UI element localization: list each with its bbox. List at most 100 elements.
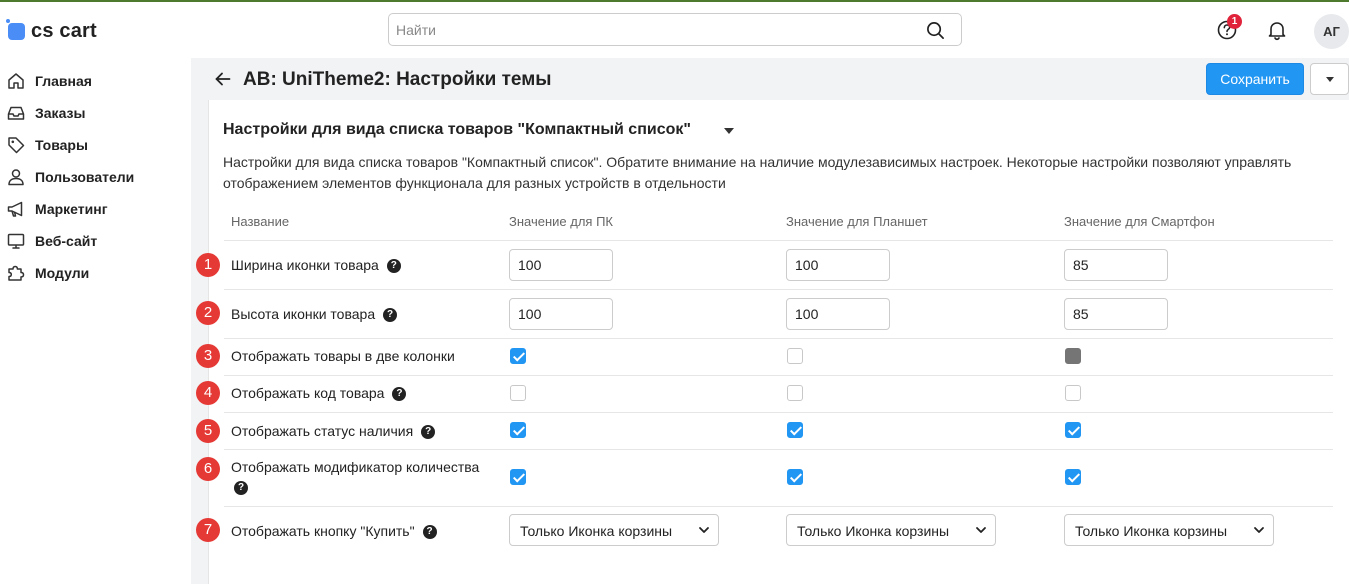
row-label: Ширина иконки товара?: [231, 257, 401, 274]
logo-mark: [6, 19, 25, 40]
caret-down-icon: [1326, 77, 1334, 82]
divider: [224, 338, 1333, 339]
help-icon[interactable]: ?: [386, 259, 401, 274]
puzzle-icon: [8, 265, 25, 281]
product-code-smartphone-checkbox[interactable]: [1065, 385, 1081, 401]
qty-modifier-pc-checkbox[interactable]: [510, 469, 526, 485]
row-number-badge: 5: [196, 419, 220, 443]
qty-modifier-smartphone-checkbox[interactable]: [1065, 469, 1081, 485]
search-icon[interactable]: [926, 21, 945, 40]
more-actions-button[interactable]: [1310, 63, 1349, 95]
stock-status-smartphone-checkbox[interactable]: [1065, 422, 1081, 438]
divider: [224, 506, 1333, 507]
sidebar-item-home[interactable]: Главная: [6, 67, 92, 95]
row-number-badge: 7: [196, 518, 220, 542]
avatar[interactable]: АГ: [1314, 14, 1349, 49]
row-label: Отображать товары в две колонки: [231, 348, 455, 364]
chevron-down-icon: [699, 527, 709, 533]
sidebar-item-label: Пользователи: [35, 169, 135, 185]
row-label: Отображать кнопку "Купить"?: [231, 523, 437, 540]
sidebar-item-label: Маркетинг: [35, 201, 108, 217]
product-code-pc-checkbox[interactable]: [510, 385, 526, 401]
sidebar-item-orders[interactable]: Заказы: [6, 99, 85, 127]
column-header-name: Название: [231, 214, 290, 229]
row-label: Высота иконки товара?: [231, 306, 398, 323]
icon-height-smartphone-input[interactable]: [1064, 298, 1168, 330]
help-icon[interactable]: ?: [234, 481, 248, 495]
select-value: Только Иконка корзины: [520, 523, 673, 539]
top-bar: cs cart 1 АГ: [0, 2, 1349, 58]
row-label-text: Отображать статус наличия: [231, 423, 414, 439]
qty-modifier-tablet-checkbox[interactable]: [787, 469, 803, 485]
caret-down-icon[interactable]: [724, 128, 734, 134]
icon-height-tablet-input[interactable]: [786, 298, 890, 330]
bell-icon[interactable]: [1266, 19, 1288, 41]
help-icon[interactable]: ?: [392, 387, 407, 402]
select-value: Только Иконка корзины: [797, 523, 950, 539]
row-number-badge: 1: [196, 253, 220, 277]
sidebar-item-label: Модули: [35, 265, 90, 281]
icon-width-smartphone-input[interactable]: [1064, 249, 1168, 281]
two-columns-smartphone-checkbox: [1065, 348, 1081, 364]
section-title[interactable]: Настройки для вида списка товаров "Компа…: [223, 121, 691, 139]
sidebar: Главная Заказы Товары Пользователи Марке…: [0, 58, 191, 584]
divider: [224, 412, 1333, 413]
help-icon[interactable]: ?: [383, 308, 398, 323]
row-label-text: Ширина иконки товара: [231, 257, 379, 273]
sidebar-item-website[interactable]: Веб-сайт: [6, 227, 97, 255]
megaphone-icon: [7, 201, 23, 217]
icon-width-tablet-input[interactable]: [786, 249, 890, 281]
column-header-tablet: Значение для Планшет: [786, 214, 928, 229]
sidebar-item-label: Веб-сайт: [35, 233, 98, 249]
divider: [224, 449, 1333, 450]
sidebar-item-label: Заказы: [35, 105, 86, 121]
sidebar-item-users[interactable]: Пользователи: [6, 163, 134, 191]
divider: [224, 240, 1333, 241]
row-label: Отображать код товара?: [231, 385, 407, 402]
select-value: Только Иконка корзины: [1075, 523, 1228, 539]
help-icon[interactable]: ?: [421, 425, 436, 440]
column-header-smartphone: Значение для Смартфон: [1064, 214, 1215, 229]
help-icon[interactable]: ?: [422, 525, 437, 540]
stock-status-tablet-checkbox[interactable]: [787, 422, 803, 438]
page-title: AB: UniTheme2: Настройки темы: [243, 69, 552, 90]
row-label-text: Отображать кнопку "Купить": [231, 523, 415, 539]
user-icon: [8, 169, 24, 186]
sidebar-item-label: Главная: [35, 73, 92, 89]
buy-button-pc-select[interactable]: Только Иконка корзины: [509, 514, 719, 546]
icon-width-pc-input[interactable]: [509, 249, 613, 281]
sidebar-item-products[interactable]: Товары: [6, 131, 88, 159]
column-header-pc: Значение для ПК: [509, 214, 613, 229]
buy-button-tablet-select[interactable]: Только Иконка корзины: [786, 514, 996, 546]
save-button[interactable]: Сохранить: [1206, 63, 1304, 95]
row-label-text: Высота иконки товара: [231, 306, 376, 322]
chevron-down-icon: [1254, 527, 1264, 533]
logo-text: cs cart: [31, 20, 97, 42]
notification-badge: 1: [1227, 14, 1242, 29]
two-columns-pc-checkbox[interactable]: [510, 348, 526, 364]
row-label-text: Отображать товары в две колонки: [231, 348, 455, 364]
sidebar-item-marketing[interactable]: Маркетинг: [6, 195, 108, 223]
chevron-down-icon: [976, 527, 986, 533]
row-label-text: Отображать код товара: [231, 385, 385, 401]
row-label: Отображать модификатор количества: [231, 459, 480, 475]
icon-height-pc-input[interactable]: [509, 298, 613, 330]
row-number-badge: 3: [196, 344, 220, 368]
monitor-icon: [7, 233, 25, 249]
stock-status-pc-checkbox[interactable]: [510, 422, 526, 438]
row-number-badge: 4: [196, 381, 220, 405]
buy-button-smartphone-select[interactable]: Только Иконка корзины: [1064, 514, 1274, 546]
home-icon: [8, 73, 24, 89]
section-description: Настройки для вида списка товаров "Компа…: [223, 154, 1292, 191]
sidebar-item-label: Товары: [35, 137, 88, 153]
sidebar-item-addons[interactable]: Модули: [6, 259, 89, 287]
logo[interactable]: cs cart: [6, 19, 97, 43]
search-input[interactable]: [396, 20, 916, 40]
search-box: [388, 13, 962, 46]
row-label: Отображать статус наличия?: [231, 423, 436, 440]
product-code-tablet-checkbox[interactable]: [787, 385, 803, 401]
back-arrow-icon[interactable]: [214, 70, 232, 88]
divider: [224, 289, 1333, 290]
two-columns-tablet-checkbox[interactable]: [787, 348, 803, 364]
inbox-icon: [7, 106, 25, 120]
